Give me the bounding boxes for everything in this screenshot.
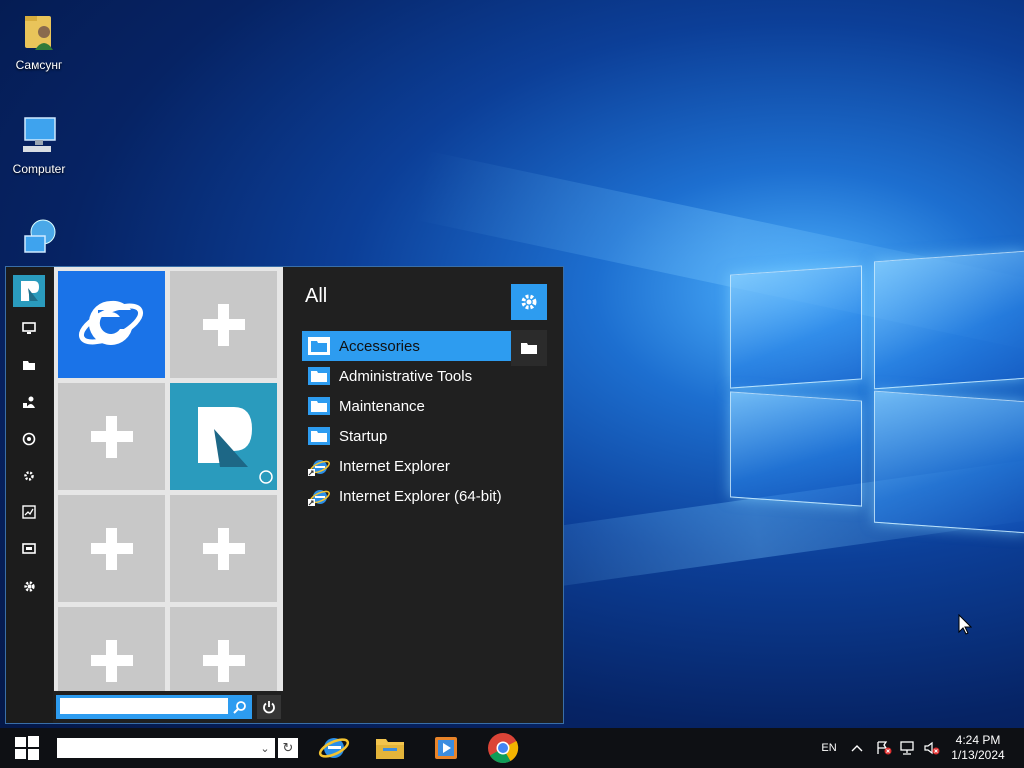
tools-icon bbox=[24, 471, 34, 481]
add-tile[interactable] bbox=[58, 495, 165, 602]
rail-monitor[interactable] bbox=[18, 317, 40, 339]
taskbar-media-player[interactable] bbox=[426, 731, 466, 765]
rail-performance[interactable] bbox=[18, 501, 40, 523]
app-tile[interactable] bbox=[170, 383, 277, 490]
language-indicator[interactable]: EN bbox=[818, 728, 840, 768]
internet-explorer-icon bbox=[308, 487, 330, 506]
add-tile[interactable] bbox=[58, 383, 165, 490]
rail-network[interactable] bbox=[18, 428, 40, 450]
program-item-label: Internet Explorer bbox=[339, 457, 450, 475]
windows-wallpaper-logo bbox=[730, 250, 1024, 540]
refresh-button[interactable]: ↻ bbox=[278, 738, 298, 758]
desktop-icon-label: Самсунг bbox=[15, 58, 63, 72]
programs-settings-button[interactable] bbox=[511, 284, 547, 320]
rail-tools[interactable] bbox=[18, 465, 40, 487]
computer-icon bbox=[17, 114, 61, 158]
chevron-up-icon bbox=[851, 745, 863, 752]
power-button[interactable] bbox=[257, 695, 281, 719]
open-folder-button[interactable] bbox=[511, 330, 547, 366]
programs-panel: All Accessories Administrative Tools Mai… bbox=[284, 267, 563, 723]
volume-muted-icon[interactable] bbox=[922, 728, 942, 768]
rail-users[interactable] bbox=[18, 391, 40, 413]
program-item-accessories[interactable]: Accessories bbox=[302, 331, 511, 361]
app-logo-icon bbox=[198, 407, 273, 484]
program-item-label: Startup bbox=[339, 427, 388, 445]
desktop-icon-samsung[interactable]: Самсунг bbox=[0, 10, 78, 72]
add-tile[interactable] bbox=[170, 495, 277, 602]
folder-icon bbox=[308, 367, 330, 385]
search-icon bbox=[233, 701, 246, 714]
taskbar-chrome[interactable] bbox=[483, 731, 523, 765]
mouse-cursor bbox=[958, 613, 973, 641]
program-item-administrative-tools[interactable]: Administrative Tools bbox=[302, 361, 511, 391]
taskbar: ⌄ ↻ EN 4:24 PM 1/13/2024 bbox=[0, 728, 1024, 768]
internet-explorer-icon bbox=[308, 457, 330, 476]
program-item-label: Internet Explorer (64-bit) bbox=[339, 487, 502, 505]
taskbar-address-box: ⌄ bbox=[57, 738, 275, 758]
internet-explorer-icon bbox=[78, 300, 144, 345]
network-icon bbox=[22, 432, 36, 446]
tiles-panel bbox=[54, 267, 283, 723]
clock-date: 1/13/2024 bbox=[951, 748, 1005, 762]
media-player-icon bbox=[435, 737, 457, 759]
monitor-icon bbox=[22, 322, 36, 334]
chrome-icon bbox=[488, 733, 519, 764]
rail-settings[interactable] bbox=[18, 575, 40, 597]
programs-title: All bbox=[305, 285, 328, 307]
add-tile[interactable] bbox=[170, 271, 277, 378]
taskbar-clock[interactable]: 4:24 PM 1/13/2024 bbox=[944, 733, 1012, 763]
network-icon bbox=[17, 216, 61, 260]
performance-icon bbox=[22, 505, 36, 519]
start-search-button[interactable] bbox=[230, 698, 250, 716]
desktop-icon-label: Computer bbox=[12, 162, 66, 176]
start-button[interactable] bbox=[0, 728, 54, 768]
internet-explorer-icon bbox=[318, 738, 350, 758]
program-item-startup[interactable]: Startup bbox=[302, 421, 511, 451]
folder-icon bbox=[308, 337, 330, 355]
desktop-icon-computer[interactable]: Computer bbox=[0, 114, 78, 176]
windows-logo-icon bbox=[15, 736, 39, 760]
start-search-input[interactable] bbox=[60, 698, 228, 714]
program-item-label: Administrative Tools bbox=[339, 367, 473, 385]
display-icon bbox=[22, 543, 36, 554]
settings-icon bbox=[23, 580, 35, 592]
user-folder-icon bbox=[17, 10, 61, 54]
file-explorer-icon bbox=[376, 739, 404, 759]
program-item-maintenance[interactable]: Maintenance bbox=[302, 391, 511, 421]
show-hidden-icons-button[interactable] bbox=[848, 728, 866, 768]
app-logo-button[interactable] bbox=[13, 275, 45, 307]
program-item-label: Accessories bbox=[339, 337, 420, 355]
start-menu: All Accessories Administrative Tools Mai… bbox=[5, 266, 564, 724]
desktop-icon-network[interactable] bbox=[0, 216, 78, 264]
program-item-internet-explorer[interactable]: Internet Explorer bbox=[302, 451, 511, 481]
start-search-box bbox=[56, 695, 252, 719]
network-status-icon[interactable] bbox=[898, 728, 918, 768]
taskbar-address-input[interactable] bbox=[59, 740, 249, 754]
folder-icon bbox=[308, 397, 330, 415]
app-logo-icon bbox=[21, 281, 39, 301]
taskbar-internet-explorer[interactable] bbox=[314, 731, 354, 765]
rail-display[interactable] bbox=[18, 538, 40, 560]
folder-icon bbox=[23, 361, 35, 370]
rail-folder[interactable] bbox=[18, 354, 40, 376]
start-search-row bbox=[54, 691, 283, 723]
folder-open-icon bbox=[521, 343, 537, 354]
chevron-down-icon[interactable]: ⌄ bbox=[257, 739, 273, 757]
taskbar-file-explorer[interactable] bbox=[370, 731, 410, 765]
power-icon bbox=[263, 701, 275, 714]
users-icon bbox=[23, 396, 35, 408]
folder-icon bbox=[308, 427, 330, 445]
start-menu-rail bbox=[6, 267, 53, 723]
action-center-icon[interactable] bbox=[874, 728, 894, 768]
internet-explorer-tile[interactable] bbox=[58, 271, 165, 378]
gear-icon bbox=[521, 294, 537, 310]
clock-time: 4:24 PM bbox=[955, 733, 1001, 747]
program-item-internet-explorer-64[interactable]: Internet Explorer (64-bit) bbox=[302, 481, 511, 511]
program-item-label: Maintenance bbox=[339, 397, 425, 415]
refresh-icon: ↻ bbox=[282, 740, 294, 755]
